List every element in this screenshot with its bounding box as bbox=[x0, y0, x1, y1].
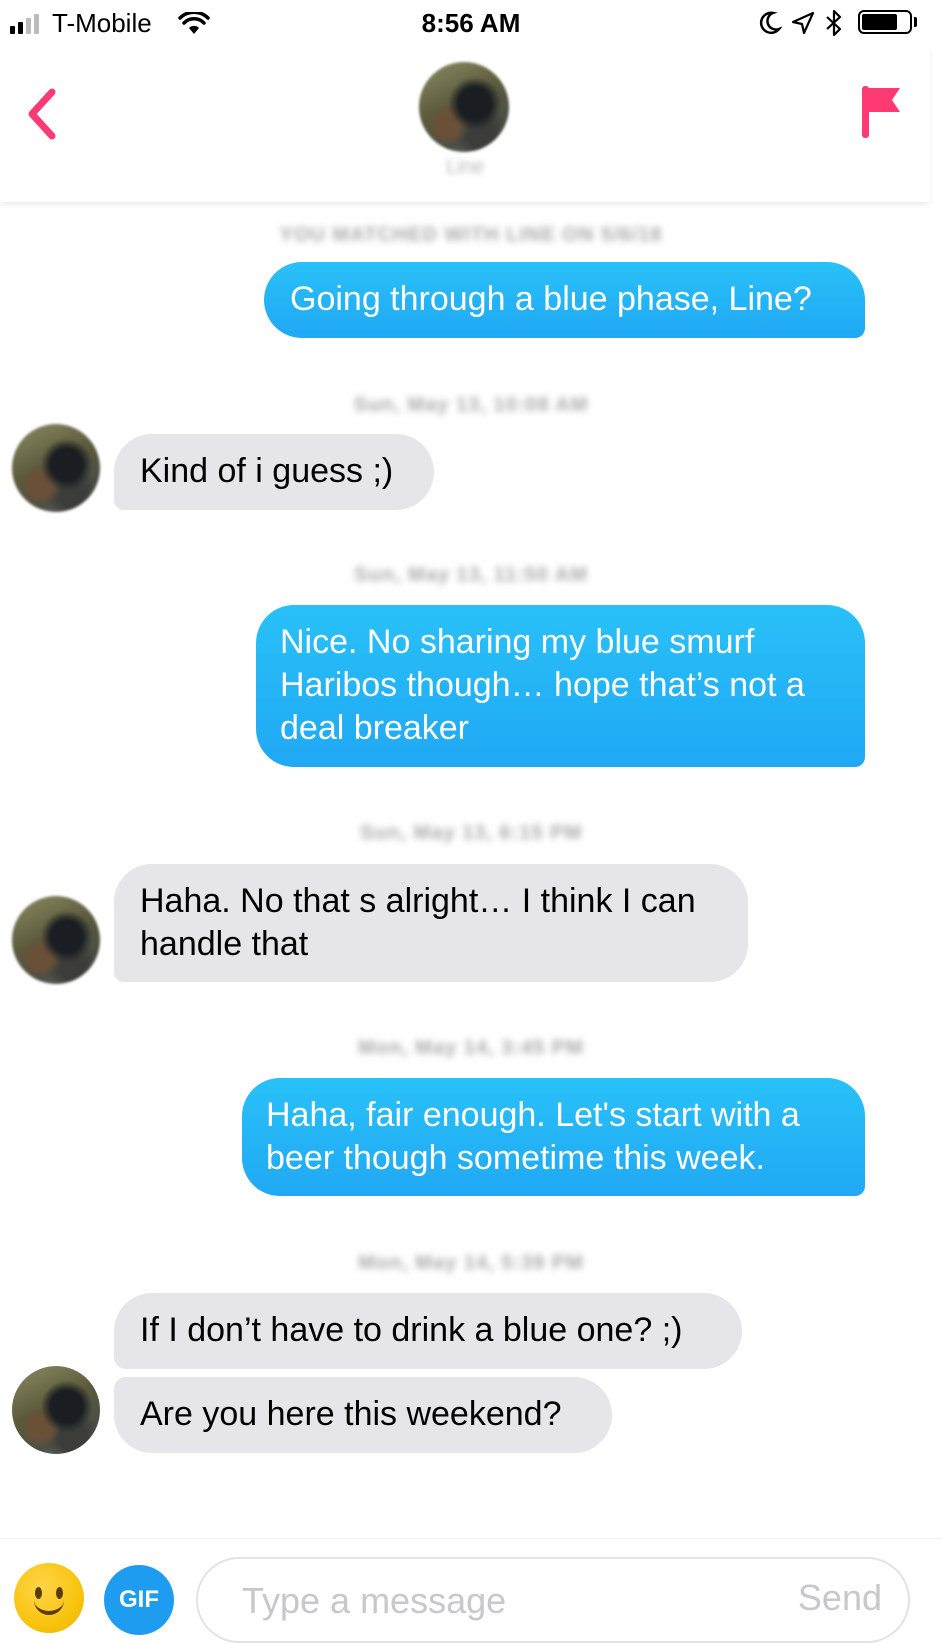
message-timestamp: Sun, May 13, 10:08 AM bbox=[353, 394, 589, 416]
emoji-eye bbox=[35, 1587, 42, 1599]
message-bubble-outgoing[interactable]: Haha, fair enough. Let's start with a be… bbox=[242, 1078, 865, 1196]
match-avatar[interactable] bbox=[419, 62, 509, 152]
match-avatar[interactable] bbox=[12, 1366, 100, 1454]
location-arrow-icon bbox=[791, 11, 815, 35]
battery-level-fill bbox=[862, 14, 897, 30]
message-input[interactable] bbox=[240, 1575, 744, 1627]
message-bubble-outgoing[interactable]: Nice. No sharing my blue smurf Haribos t… bbox=[256, 605, 865, 767]
message-timestamp: Sun, May 13, 6:15 PM bbox=[359, 822, 583, 844]
message-bubble-outgoing[interactable]: Going through a blue phase, Line? bbox=[264, 262, 865, 338]
smiley-face-icon[interactable] bbox=[14, 1563, 84, 1633]
match-name: Line bbox=[446, 156, 484, 178]
battery-icon bbox=[858, 10, 912, 34]
send-button[interactable]: Send bbox=[798, 1577, 882, 1619]
match-banner: YOU MATCHED WITH LINE ON 5/6/18 bbox=[279, 224, 663, 246]
message-timestamp: Mon, May 14, 3:45 PM bbox=[358, 1037, 584, 1059]
message-bubble-incoming[interactable]: Kind of i guess ;) bbox=[114, 434, 434, 510]
message-timestamp: Mon, May 14, 5:39 PM bbox=[358, 1252, 584, 1274]
message-bubble-incoming[interactable]: Haha. No that s alright… I think I can h… bbox=[114, 864, 748, 982]
chevron-left-icon[interactable] bbox=[22, 84, 62, 144]
bluetooth-icon bbox=[826, 9, 842, 37]
status-bar: T-Mobile 8:56 AM bbox=[0, 0, 942, 48]
message-timestamp: Sun, May 13, 11:50 AM bbox=[354, 564, 588, 586]
message-bubble-incoming[interactable]: If I don’t have to drink a blue one? ;) bbox=[114, 1293, 742, 1369]
do-not-disturb-moon-icon bbox=[759, 11, 782, 35]
message-bubble-incoming[interactable]: Are you here this weekend? bbox=[114, 1377, 612, 1453]
match-avatar[interactable] bbox=[12, 896, 100, 984]
gif-button[interactable]: GIF bbox=[104, 1565, 174, 1635]
match-avatar[interactable] bbox=[12, 424, 100, 512]
message-composer: GIF Send bbox=[0, 1538, 942, 1643]
flag-icon[interactable] bbox=[858, 84, 904, 140]
chat-header: Line bbox=[0, 48, 930, 202]
message-input-container[interactable]: Send bbox=[196, 1557, 910, 1643]
emoji-mouth bbox=[34, 1599, 64, 1615]
emoji-eye bbox=[56, 1587, 63, 1599]
battery-cap bbox=[914, 17, 917, 27]
